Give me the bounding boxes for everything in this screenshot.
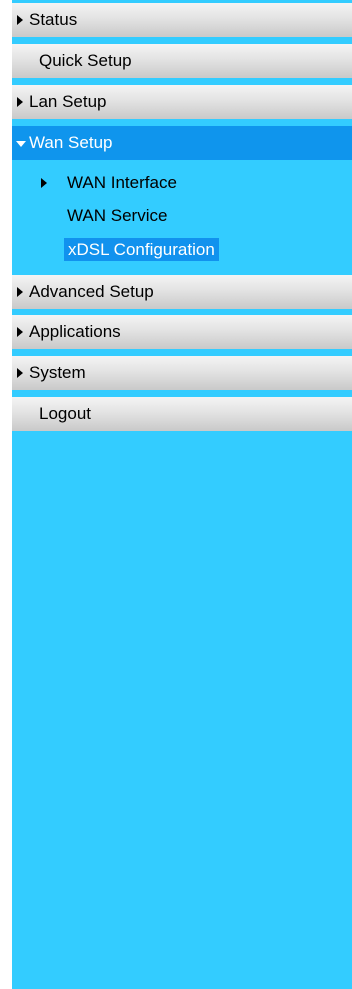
menu-item-label: Advanced Setup: [29, 282, 154, 301]
menu-item-system[interactable]: System: [12, 356, 352, 390]
submenu-item-wan-service[interactable]: WAN Service: [67, 207, 167, 225]
submenu-item-label: WAN Interface: [67, 173, 177, 192]
menu-item-logout[interactable]: Logout: [12, 397, 352, 431]
menu-item-label: Applications: [29, 322, 121, 341]
menu-item-label: Status: [29, 10, 78, 29]
chevron-right-icon: [17, 15, 23, 25]
chevron-right-icon: [17, 327, 23, 337]
menu-item-lan-setup[interactable]: Lan Setup: [12, 85, 352, 119]
menu-item-label: System: [29, 363, 86, 382]
chevron-right-icon: [17, 97, 23, 107]
chevron-right-icon: [41, 178, 47, 188]
menu-item-status[interactable]: Status: [12, 3, 352, 37]
menu-item-label: Wan Setup: [29, 133, 113, 152]
chevron-right-icon: [17, 368, 23, 378]
chevron-down-icon: [16, 141, 26, 147]
chevron-right-icon: [17, 287, 23, 297]
menu-item-label: Lan Setup: [29, 92, 107, 111]
submenu-item-label: WAN Service: [67, 206, 168, 225]
submenu-item-wan-interface[interactable]: WAN Interface: [41, 173, 177, 192]
menu-item-label: Logout: [39, 404, 91, 423]
menu-item-advanced-setup[interactable]: Advanced Setup: [12, 275, 352, 309]
sidebar-menu: Status Quick Setup Lan Setup Wan Setup W…: [12, 0, 352, 989]
menu-item-applications[interactable]: Applications: [12, 315, 352, 349]
menu-item-wan-setup[interactable]: Wan Setup: [12, 126, 352, 160]
submenu-item-xdsl-configuration[interactable]: xDSL Configuration: [64, 238, 219, 261]
menu-item-quick-setup[interactable]: Quick Setup: [12, 44, 352, 78]
submenu-item-label: xDSL Configuration: [68, 240, 215, 259]
menu-item-label: Quick Setup: [39, 51, 132, 70]
